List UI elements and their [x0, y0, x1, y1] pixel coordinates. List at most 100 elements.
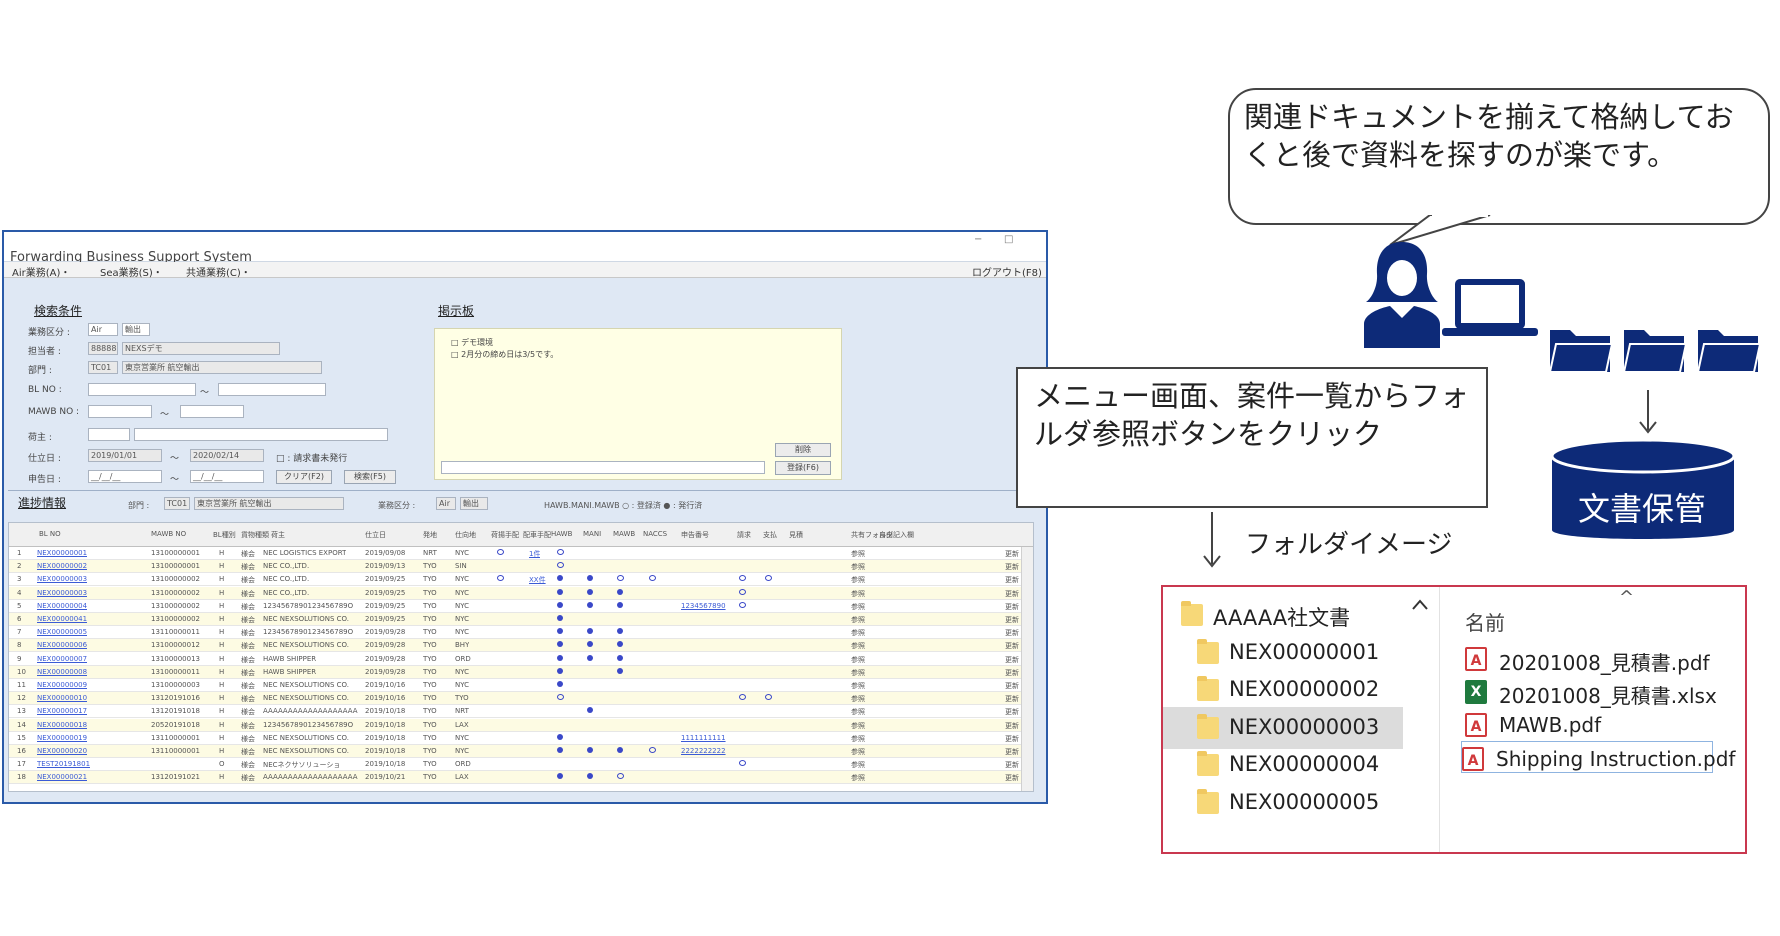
search-button[interactable]: 検索(F5)	[344, 470, 396, 484]
declare-date-from-input[interactable]: __/__/__	[88, 470, 162, 483]
update-button[interactable]: 更新	[1005, 562, 1019, 572]
grid-scrollbar[interactable]	[1021, 547, 1033, 791]
bl-no-link[interactable]: NEX00000017	[37, 707, 87, 715]
shared-folder-button[interactable]: 参照	[851, 694, 865, 704]
ship-date-to-input[interactable]: 2020/02/14	[190, 449, 264, 462]
table-row[interactable]: 18 NEX00000021 13120191021 H 様会 AAAAAAAAAAAAA…	[9, 771, 1033, 785]
update-button[interactable]: 更新	[1005, 668, 1019, 678]
shared-folder-button[interactable]: 参照	[851, 655, 865, 665]
table-row[interactable]: 2 NEX00000002 13100000001 H 様会 NEC CO.,LTD. 20…	[9, 560, 1033, 574]
table-row[interactable]: 12 NEX00000010 13120191016 H 様会 NEC NEXSOLUTI…	[9, 692, 1033, 706]
table-row[interactable]: 11 NEX00000009 13100000003 H 様会 NEC NEXSOLUTI…	[9, 679, 1033, 692]
bl-no-link[interactable]: NEX00000021	[37, 773, 87, 781]
shared-folder-button[interactable]: 参照	[851, 734, 865, 744]
bl-no-link[interactable]: NEX00000007	[37, 655, 87, 663]
declaration-no-link[interactable]: 2222222222	[681, 747, 726, 755]
mawb-from-input[interactable]	[88, 405, 152, 418]
shared-folder-button[interactable]: 参照	[851, 549, 865, 559]
table-row[interactable]: 6 NEX00000041 13100000002 H 様会 NEC NEXSOLUTIO…	[9, 613, 1033, 626]
update-button[interactable]: 更新	[1005, 641, 1019, 651]
bl-no-link[interactable]: NEX00000002	[37, 562, 87, 570]
folder-tree-item[interactable]: NEX00000004	[1163, 744, 1403, 786]
business-type-select[interactable]: Air	[88, 323, 118, 336]
bl-no-link[interactable]: NEX00000009	[37, 681, 87, 689]
menu-common[interactable]: 共通業務(C)・	[186, 264, 251, 279]
bl-no-link[interactable]: TEST20191801	[37, 760, 90, 768]
board-delete-button[interactable]: 削除	[775, 443, 831, 457]
shared-folder-button[interactable]: 参照	[851, 668, 865, 678]
table-row[interactable]: 7 NEX00000005 13110000011 H 様会 12345678901234…	[9, 626, 1033, 640]
update-button[interactable]: 更新	[1005, 707, 1019, 717]
board-message-input[interactable]	[441, 461, 765, 474]
bl-no-link[interactable]: NEX00000010	[37, 694, 87, 702]
update-button[interactable]: 更新	[1005, 655, 1019, 665]
bl-no-link[interactable]: NEX00000005	[37, 628, 87, 636]
table-row[interactable]: 10 NEX00000008 13100000011 H 様会 HAWB SHIPPER 2…	[9, 665, 1033, 679]
shared-folder-button[interactable]: 参照	[851, 773, 865, 783]
shared-folder-button[interactable]: 参照	[851, 641, 865, 651]
menu-sea[interactable]: Sea業務(S)・	[100, 264, 163, 279]
clear-button[interactable]: クリア(F2)	[276, 470, 332, 484]
menu-air[interactable]: Air業務(A)・	[12, 264, 70, 279]
folder-tree-item[interactable]: NEX00000003	[1163, 706, 1403, 749]
shared-folder-button[interactable]: 参照	[851, 721, 865, 731]
bl-no-link[interactable]: NEX00000003	[37, 589, 87, 597]
shipper-name-input[interactable]	[134, 428, 388, 441]
folder-tree-item[interactable]: NEX00000005	[1163, 782, 1403, 824]
business-sub-select[interactable]: 輸出	[122, 323, 150, 336]
update-button[interactable]: 更新	[1005, 773, 1019, 783]
table-row[interactable]: 4 NEX00000003 13100000002 H 様会 NEC CO.,LTD. 20…	[9, 586, 1033, 600]
update-button[interactable]: 更新	[1005, 747, 1019, 757]
folder-tree-item[interactable]: AAAAA社文書	[1163, 594, 1403, 636]
shared-folder-button[interactable]: 参照	[851, 575, 865, 585]
logout-link[interactable]: ログアウト(F8)	[972, 264, 1042, 279]
unbilled-checkbox[interactable]: □ : 請求書未発行	[276, 451, 347, 464]
bl-no-link[interactable]: NEX00000018	[37, 721, 87, 729]
bl-no-link[interactable]: NEX00000041	[37, 615, 87, 623]
file-item[interactable]: A Shipping Instruction.pdf	[1461, 741, 1735, 773]
bl-no-link[interactable]: NEX00000020	[37, 747, 87, 755]
board-register-button[interactable]: 登録(F6)	[775, 461, 831, 475]
bl-no-link[interactable]: NEX00000004	[37, 602, 87, 610]
shared-folder-button[interactable]: 参照	[851, 707, 865, 717]
bl-no-link[interactable]: NEX00000008	[37, 668, 87, 676]
update-button[interactable]: 更新	[1005, 694, 1019, 704]
maximize-button[interactable]: □	[1004, 234, 1013, 245]
shared-folder-button[interactable]: 参照	[851, 747, 865, 757]
shared-folder-button[interactable]: 参照	[851, 562, 865, 572]
bl-no-link[interactable]: NEX00000006	[37, 641, 87, 649]
shared-folder-button[interactable]: 参照	[851, 628, 865, 638]
file-item[interactable]: A 20201008_見積書.pdf	[1465, 642, 1725, 675]
table-row[interactable]: 3 NEX00000003 13100000002 H 様会 NEC CO.,LTD. 20…	[9, 573, 1033, 587]
ship-date-from-input[interactable]: 2019/01/01	[88, 449, 162, 462]
shared-folder-button[interactable]: 参照	[851, 681, 865, 691]
table-row[interactable]: 9 NEX00000007 13100000013 H 様会 HAWB SHIPPER 20…	[9, 653, 1033, 666]
shipper-code-input[interactable]	[88, 428, 130, 441]
mawb-to-input[interactable]	[180, 405, 244, 418]
shared-folder-button[interactable]: 参照	[851, 615, 865, 625]
table-row[interactable]: 13 NEX00000017 13120191018 H 様会 AAAAAAAAAAAAA…	[9, 705, 1033, 719]
table-row[interactable]: 8 NEX00000006 13100000012 H 様会 NEC NEXSOLUTIO…	[9, 639, 1033, 653]
update-button[interactable]: 更新	[1005, 721, 1019, 731]
name-column-header[interactable]: 名前	[1465, 607, 1505, 636]
update-button[interactable]: 更新	[1005, 575, 1019, 585]
shared-folder-button[interactable]: 参照	[851, 760, 865, 770]
bl-from-input[interactable]	[88, 383, 196, 396]
table-row[interactable]: 17 TEST20191801 O 様会 NECネクサソリューショ 2019/10/18 T…	[9, 758, 1033, 772]
chevron-up-icon[interactable]	[1411, 597, 1429, 611]
update-button[interactable]: 更新	[1005, 628, 1019, 638]
declare-date-to-input[interactable]: __/__/__	[190, 470, 264, 483]
update-button[interactable]: 更新	[1005, 734, 1019, 744]
update-button[interactable]: 更新	[1005, 681, 1019, 691]
folder-tree-item[interactable]: NEX00000002	[1163, 669, 1403, 711]
declaration-no-link[interactable]: 1234567890	[681, 602, 726, 610]
board-line[interactable]: □ 2月分の締め日は3/5です。	[451, 349, 558, 360]
table-row[interactable]: 14 NEX00000018 20520191018 H 様会 1234567890123…	[9, 718, 1033, 732]
update-button[interactable]: 更新	[1005, 615, 1019, 625]
board-line[interactable]: □ デモ環境	[451, 337, 493, 348]
file-item[interactable]: A MAWB.pdf	[1465, 708, 1725, 740]
staff-code-field[interactable]: 88888	[88, 342, 118, 355]
table-row[interactable]: 15 NEX00000019 13110000001 H 様会 NEC NEXSOLUTI…	[9, 732, 1033, 745]
dept-code-field[interactable]: TC01	[88, 361, 118, 374]
bl-no-link[interactable]: NEX00000019	[37, 734, 87, 742]
